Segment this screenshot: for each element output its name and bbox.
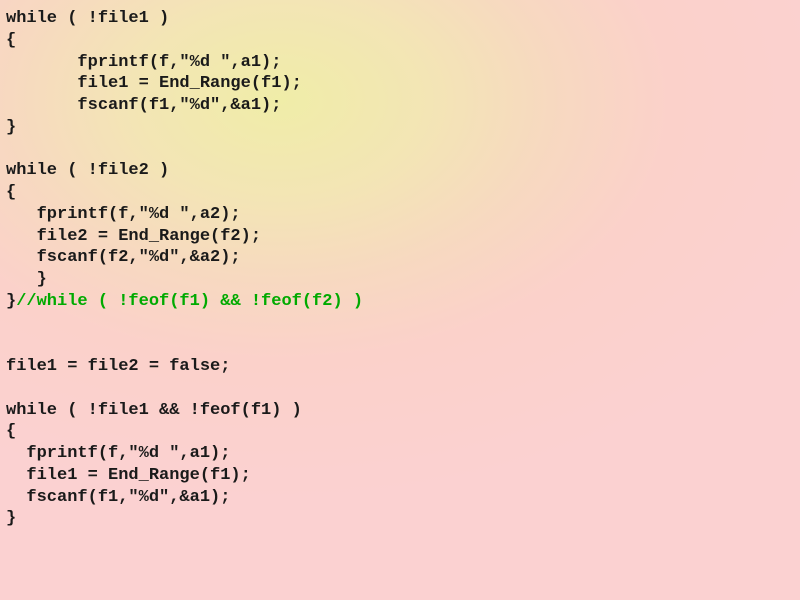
- code-line: fprintf(f,"%d ",a1);: [6, 443, 794, 465]
- code-text: file1 = End_Range(f1);: [6, 74, 302, 93]
- code-text: file1 = End_Range(f1);: [6, 466, 251, 485]
- code-text: fscanf(f1,"%d",&a1);: [6, 488, 230, 507]
- code-text: {: [6, 31, 16, 50]
- code-text: }: [6, 270, 47, 289]
- code-line: file1 = End_Range(f1);: [6, 465, 794, 487]
- code-text: fscanf(f2,"%d",&a2);: [6, 248, 241, 267]
- code-text: fprintf(f,"%d ",a1);: [6, 53, 281, 72]
- code-line: fprintf(f,"%d ",a2);: [6, 204, 794, 226]
- code-line: {: [6, 30, 794, 52]
- code-text: while ( !file1 ): [6, 9, 169, 28]
- code-text: fprintf(f,"%d ",a1);: [6, 444, 230, 463]
- code-comment: //while ( !feof(f1) && !feof(f2) ): [16, 292, 363, 311]
- code-line: while ( !file1 && !feof(f1) ): [6, 400, 794, 422]
- code-line: [6, 313, 794, 335]
- code-text: }: [6, 509, 16, 528]
- code-line: while ( !file2 ): [6, 160, 794, 182]
- code-line: while ( !file1 ): [6, 8, 794, 30]
- code-text: file1 = file2 = false;: [6, 357, 230, 376]
- code-text: file2 = End_Range(f2);: [6, 227, 261, 246]
- code-line: fscanf(f1,"%d",&a1);: [6, 95, 794, 117]
- code-text: while ( !file1 && !feof(f1) ): [6, 401, 302, 420]
- code-line: }: [6, 508, 794, 530]
- code-text: while ( !file2 ): [6, 161, 169, 180]
- code-line: file1 = file2 = false;: [6, 356, 794, 378]
- code-line: file2 = End_Range(f2);: [6, 226, 794, 248]
- code-line: }: [6, 269, 794, 291]
- code-text: fprintf(f,"%d ",a2);: [6, 205, 241, 224]
- code-line: fscanf(f1,"%d",&a1);: [6, 487, 794, 509]
- code-line: [6, 378, 794, 400]
- code-text: }: [6, 118, 16, 137]
- code-line: fprintf(f,"%d ",a1);: [6, 52, 794, 74]
- code-text: }: [6, 292, 16, 311]
- code-line: }: [6, 117, 794, 139]
- code-line: fscanf(f2,"%d",&a2);: [6, 247, 794, 269]
- code-line: {: [6, 182, 794, 204]
- code-line: file1 = End_Range(f1);: [6, 73, 794, 95]
- code-block: while ( !file1 ) { fprintf(f,"%d ",a1); f…: [0, 0, 800, 538]
- code-line: }//while ( !feof(f1) && !feof(f2) ): [6, 291, 794, 313]
- code-text: {: [6, 422, 16, 441]
- code-text: {: [6, 183, 16, 202]
- code-line: [6, 139, 794, 161]
- code-text: fscanf(f1,"%d",&a1);: [6, 96, 281, 115]
- code-line: [6, 334, 794, 356]
- code-line: {: [6, 421, 794, 443]
